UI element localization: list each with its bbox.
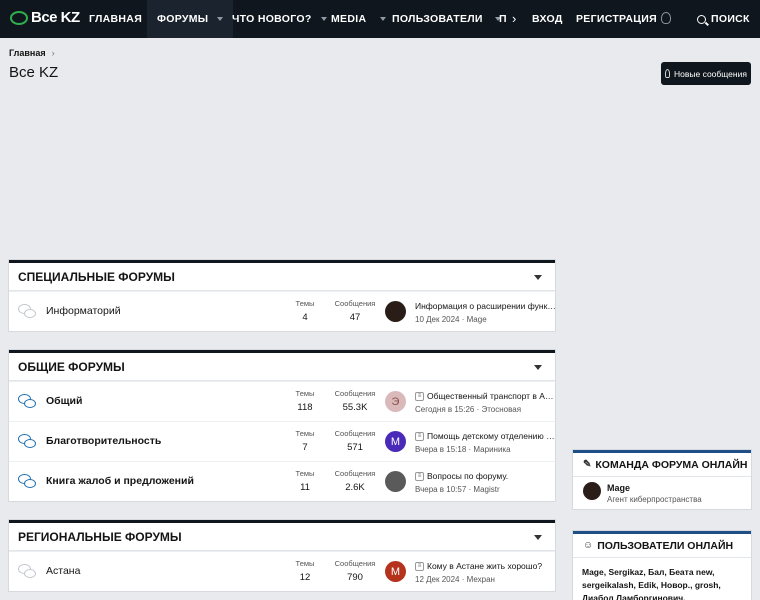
last-post-title[interactable]: ≡ Вопросы по форуму. <box>415 471 555 481</box>
chevron-down-icon[interactable] <box>217 17 224 21</box>
avatar[interactable] <box>385 301 406 322</box>
breadcrumb-separator: › <box>51 48 55 58</box>
forum-unread-icon <box>18 394 37 410</box>
avatar[interactable]: М <box>385 431 406 452</box>
forum-read-icon <box>18 564 37 580</box>
logo-icon <box>10 10 28 25</box>
breadcrumb: Главная › <box>9 48 55 58</box>
last-post-user[interactable]: Мариника <box>473 445 510 454</box>
avatar[interactable] <box>385 471 406 492</box>
chevron-right-icon[interactable]: › <box>512 11 516 26</box>
category-block: Специальные форумы Информаторий Темы 4 Со… <box>9 260 555 331</box>
category-header[interactable]: Общие форумы <box>9 353 555 381</box>
last-post-title[interactable]: ≡ Помощь детскому отделению … <box>415 431 555 441</box>
forum-unread-icon <box>18 474 37 490</box>
avatar[interactable]: М <box>385 561 406 582</box>
last-post-date[interactable]: 10 Дек 2024 <box>415 315 460 324</box>
avatar[interactable] <box>583 482 601 500</box>
nav-forums[interactable]: Форумы <box>147 0 234 38</box>
page-title: Все KZ <box>9 64 59 81</box>
thread-prefix-icon: ≡ <box>415 391 424 401</box>
collapse-toggle-icon[interactable] <box>534 275 542 280</box>
forum-unread-icon <box>18 434 37 450</box>
thread-prefix-icon: ≡ <box>415 561 424 571</box>
nav-users[interactable]: Пользователи <box>392 0 501 38</box>
last-post-user[interactable]: Этосновая <box>481 405 521 414</box>
forum-title-link[interactable]: Астана <box>46 565 80 577</box>
thread-prefix-icon: ≡ <box>415 471 424 481</box>
search-icon <box>697 14 706 24</box>
chevron-down-icon[interactable] <box>320 17 327 21</box>
avatar[interactable]: Э <box>385 391 406 412</box>
top-navigation-bar: Все KZ Главная Форумы Что нового? Media … <box>0 0 760 38</box>
category-header[interactable]: Специальные форумы <box>9 263 555 291</box>
threads-stat: Темы 12 <box>295 559 315 583</box>
wrench-icon: ✎ <box>583 459 592 470</box>
last-post-title[interactable]: ≡ Кому в Астане жить хорошо? <box>415 561 555 571</box>
forum-title-link[interactable]: Благотворительность <box>46 435 161 447</box>
messages-stat: Сообщения 47 <box>334 299 376 323</box>
search-link[interactable]: Поиск <box>697 0 750 38</box>
last-post: ≡ Помощь детскому отделению … Вчера в 15:… <box>415 431 555 454</box>
threads-stat: Темы 7 <box>295 429 315 453</box>
register-link[interactable]: Регистрация <box>576 0 657 38</box>
style-toggle-icon[interactable] <box>661 12 671 24</box>
category-block: Общие форумы Общий Темы 118 Сообщения 55.3… <box>9 350 555 501</box>
widget-header: ☺ Пользователи онлайн <box>573 534 751 558</box>
collapse-toggle-icon[interactable] <box>534 365 542 370</box>
threads-stat: Темы 118 <box>295 389 315 413</box>
messages-stat: Сообщения 55.3K <box>334 389 376 413</box>
login-link[interactable]: Вход <box>532 0 563 38</box>
messages-stat: Сообщения 2.6K <box>334 469 376 493</box>
staff-name-link[interactable]: Mage <box>607 483 630 493</box>
site-logo[interactable]: Все KZ <box>10 9 80 26</box>
last-post: Информация о расширении функ… 10 Дек 202… <box>415 301 555 324</box>
nav-whats-new[interactable]: Что нового? <box>232 0 327 38</box>
threads-stat: Темы 4 <box>295 299 315 323</box>
last-post: ≡ Вопросы по форуму. Вчера в 10:57 · Magi… <box>415 471 555 494</box>
online-users-list[interactable]: Mage, Sergikaz, Бал, Беата new, sergeika… <box>573 558 751 600</box>
nav-truncated-item[interactable]: П <box>499 0 507 38</box>
staff-title: Агент киберпространства <box>607 495 702 504</box>
forum-title-link[interactable]: Общий <box>46 395 82 407</box>
new-posts-button[interactable]: Новые сообщения <box>661 62 751 85</box>
threads-stat: Темы 11 <box>295 469 315 493</box>
breadcrumb-home[interactable]: Главная <box>9 48 46 58</box>
nav-home[interactable]: Главная <box>89 0 142 38</box>
forum-node[interactable]: Астана Темы 12 Сообщения 790 М ≡ Кому в Аст… <box>9 551 555 591</box>
forum-title-link[interactable]: Информаторий <box>46 305 121 317</box>
last-post: ≡ Кому в Астане жить хорошо? 12 Дек 2024 … <box>415 561 555 584</box>
collapse-toggle-icon[interactable] <box>534 535 542 540</box>
logo-text: Все KZ <box>31 9 80 26</box>
bulb-icon <box>665 69 671 78</box>
forum-node[interactable]: Информаторий Темы 4 Сообщения 47 Информаци… <box>9 291 555 331</box>
users-icon: ☺ <box>583 540 594 551</box>
forum-node[interactable]: Книга жалоб и предложений Темы 11 Сообщен… <box>9 461 555 501</box>
forum-title-link[interactable]: Книга жалоб и предложений <box>46 475 194 487</box>
last-post-user[interactable]: Mage <box>467 315 487 324</box>
last-post-date[interactable]: Вчера в 10:57 <box>415 485 466 494</box>
nav-media[interactable]: Media <box>331 0 387 38</box>
last-post-user[interactable]: Magistr <box>473 485 499 494</box>
thread-prefix-icon: ≡ <box>415 431 424 441</box>
forum-node[interactable]: Благотворительность Темы 7 Сообщения 571 М… <box>9 421 555 461</box>
staff-member: Mage Агент киберпространства <box>573 477 751 509</box>
widget-header: ✎ Команда форума онлайн <box>573 453 751 477</box>
staff-online-widget: ✎ Команда форума онлайн Mage Агент киберп… <box>573 450 751 509</box>
forum-read-icon <box>18 304 37 320</box>
last-post-date[interactable]: Сегодня в 15:26 <box>415 405 474 414</box>
last-post-user[interactable]: Мехран <box>467 575 495 584</box>
last-post-date[interactable]: Вчера в 15:18 <box>415 445 466 454</box>
last-post-title[interactable]: Информация о расширении функ… <box>415 301 555 311</box>
last-post: ≡ Общественный транспорт в А… Сегодня в 1… <box>415 391 555 414</box>
messages-stat: Сообщения 571 <box>334 429 376 453</box>
users-online-widget: ☺ Пользователи онлайн Mage, Sergikaz, Бал… <box>573 531 751 600</box>
forum-node[interactable]: Общий Темы 118 Сообщения 55.3K Э ≡ Обществе… <box>9 381 555 421</box>
last-post-date[interactable]: 12 Дек 2024 <box>415 575 460 584</box>
last-post-title[interactable]: ≡ Общественный транспорт в А… <box>415 391 555 401</box>
chevron-down-icon[interactable] <box>380 17 387 21</box>
category-block: Региональные форумы Астана Темы 12 Сообще… <box>9 520 555 591</box>
messages-stat: Сообщения 790 <box>334 559 376 583</box>
category-header[interactable]: Региональные форумы <box>9 523 555 551</box>
